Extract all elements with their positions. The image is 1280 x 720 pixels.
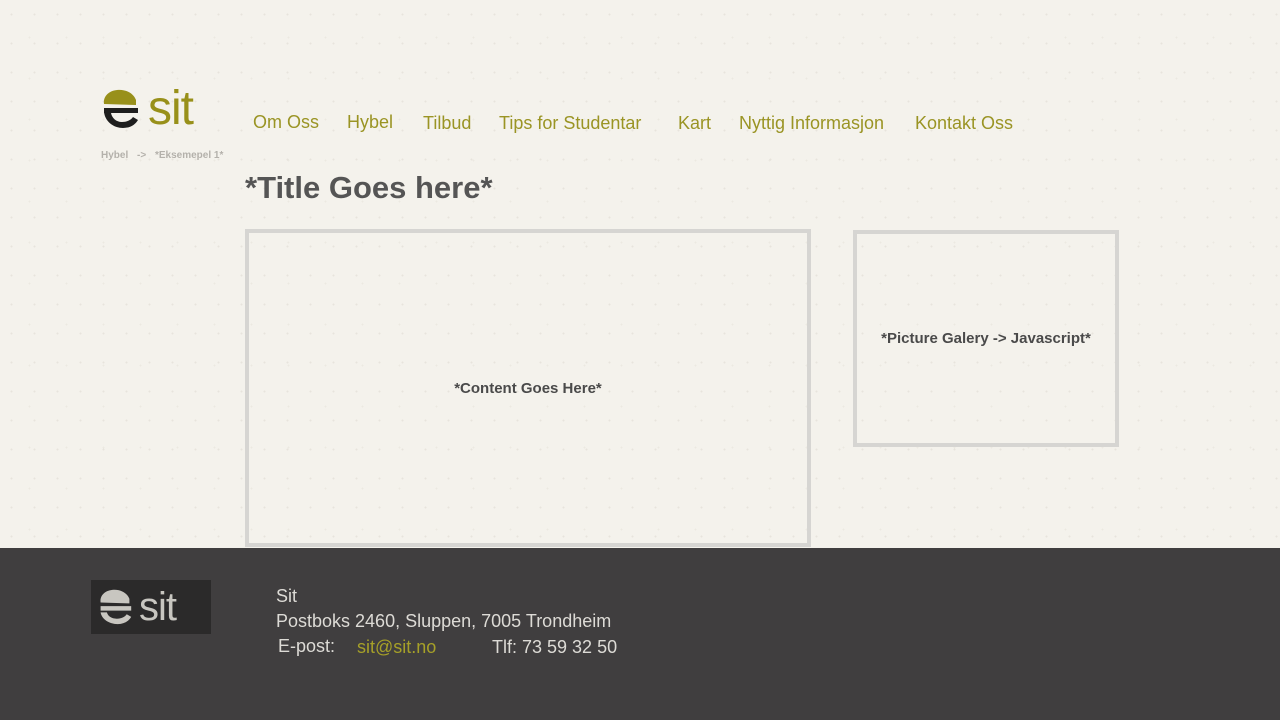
footer-phone: Tlf: 73 59 32 50 — [492, 637, 618, 657]
breadcrumb-separator: -> — [137, 150, 147, 161]
picture-gallery[interactable]: *Picture Galery -> Javascript* — [853, 230, 1119, 447]
content-placeholder: *Content Goes Here* — [454, 379, 602, 397]
nav-item-hybel[interactable]: Hybel — [347, 112, 393, 133]
nav-item-om-oss[interactable]: Om Oss — [253, 112, 319, 133]
nav-item-nyttig-informasjon[interactable]: Nyttig Informasjon — [739, 113, 884, 134]
footer-logo-icon — [100, 589, 132, 625]
nav-item-kart[interactable]: Kart — [678, 113, 711, 134]
footer-logo-wordmark: sit — [139, 585, 177, 629]
footer-email-label: E-post: — [278, 636, 336, 656]
nav-item-kontakt-oss[interactable]: Kontakt Oss — [915, 113, 1013, 134]
footer: sit Sit Postboks 2460, Sluppen, 7005 Tro… — [0, 548, 1280, 720]
footer-address: Postboks 2460, Sluppen, 7005 Trondheim — [276, 611, 612, 631]
breadcrumb-parent[interactable]: Hybel — [101, 150, 128, 161]
breadcrumb: Hybel -> *Eksemepel 1* — [101, 150, 229, 161]
footer-logo: sit — [91, 580, 211, 634]
sit-logo-icon — [103, 89, 138, 128]
footer-company: Sit — [276, 586, 298, 606]
footer-email-link[interactable]: sit@sit.no — [357, 637, 436, 658]
breadcrumb-current: *Eksemepel 1* — [154, 150, 224, 161]
sit-logo[interactable]: sit — [100, 82, 194, 135]
page-title: *Title Goes here* — [245, 170, 493, 205]
gallery-placeholder: *Picture Galery -> Javascript* — [881, 330, 1091, 347]
nav-item-tilbud[interactable]: Tilbud — [423, 113, 471, 134]
content-area: *Content Goes Here* — [245, 229, 811, 547]
nav-item-tips-for-studentar[interactable]: Tips for Studentar — [499, 113, 641, 134]
logo-wordmark: sit — [148, 82, 194, 135]
